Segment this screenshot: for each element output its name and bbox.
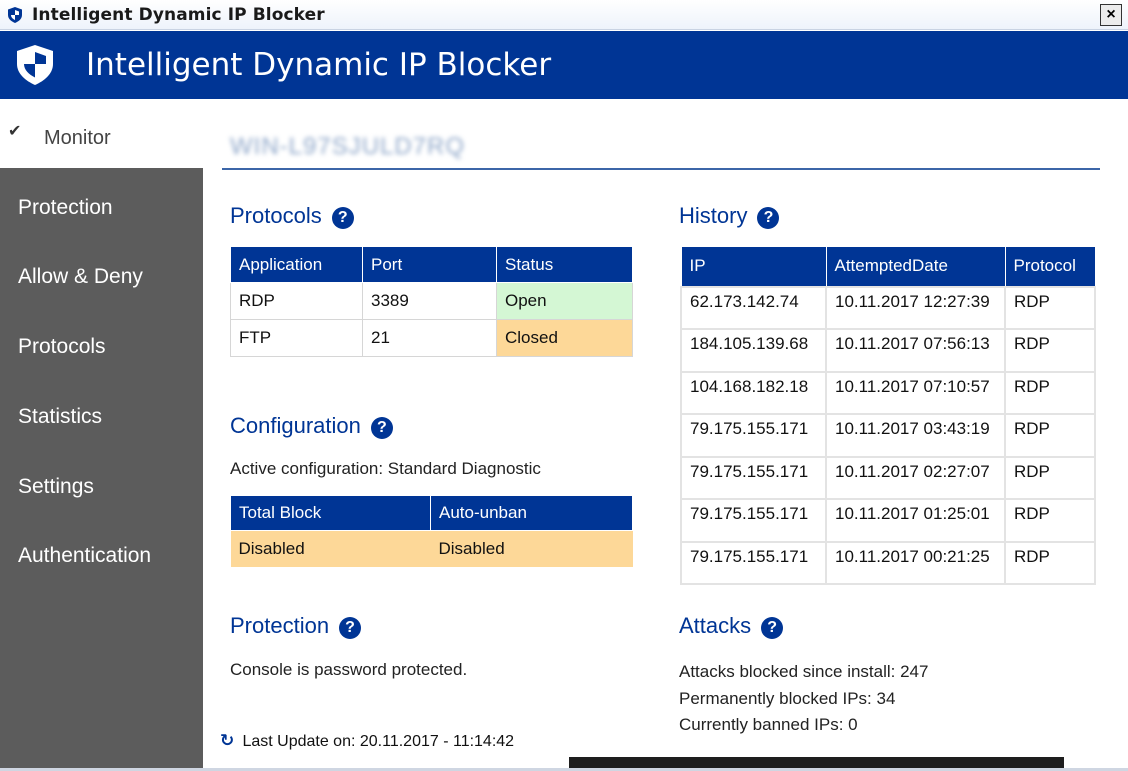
date-cell: 10.11.2017 00:21:25 <box>825 540 1006 585</box>
column-header[interactable]: Application <box>230 246 363 283</box>
protocol-cell: RDP <box>1004 455 1096 500</box>
protocols-heading: Protocols <box>230 203 322 228</box>
history-section-title: History? <box>679 203 780 229</box>
auto-unban-value: Disabled <box>430 530 633 567</box>
sidebar-item-authentication[interactable]: Authentication <box>18 544 151 568</box>
attacks-heading: Attacks <box>679 613 752 638</box>
configuration-section-title: Configuration? <box>230 413 393 439</box>
table-header-row: Application Port Status <box>230 246 633 283</box>
help-icon[interactable]: ? <box>331 207 354 229</box>
app-cell: RDP <box>230 282 363 320</box>
divider <box>222 168 1100 170</box>
table-row[interactable]: 79.175.155.171 10.11.2017 00:21:25 RDP <box>680 540 1096 585</box>
history-table: IP AttemptedDate Protocol 62.173.142.74 … <box>680 246 1096 585</box>
ip-cell: 104.168.182.18 <box>680 370 827 415</box>
column-header: Total Block <box>230 495 431 531</box>
table-row[interactable]: 184.105.139.68 10.11.2017 07:56:13 RDP <box>680 328 1096 373</box>
table-header-row: Total Block Auto-unban <box>230 495 633 531</box>
table-row[interactable]: 79.175.155.171 10.11.2017 01:25:01 RDP <box>680 498 1096 543</box>
app-cell: FTP <box>230 319 363 357</box>
help-icon[interactable]: ? <box>339 617 362 639</box>
help-icon[interactable]: ? <box>757 207 780 229</box>
protocol-cell: RDP <box>1004 370 1096 415</box>
configuration-table: Total Block Auto-unban Disabled Disabled <box>230 495 633 567</box>
sidebar-item-monitor[interactable]: ✔ Monitor <box>0 99 203 168</box>
hostname: WIN-L97SJULD7RQ <box>230 133 466 160</box>
protocol-cell: RDP <box>1004 540 1096 585</box>
attacks-stats: Attacks blocked since install: 247 Perma… <box>679 659 928 739</box>
window-titlebar: Intelligent Dynamic IP Blocker × <box>0 0 1128 30</box>
date-cell: 10.11.2017 02:27:07 <box>825 455 1006 500</box>
shield-icon <box>8 7 22 23</box>
active-configuration-text: Active configuration: Standard Diagnosti… <box>230 459 541 478</box>
port-cell: 3389 <box>362 282 497 320</box>
table-row[interactable]: 79.175.155.171 10.11.2017 03:43:19 RDP <box>680 413 1096 458</box>
history-heading: History <box>679 203 748 228</box>
sidebar-item-protection[interactable]: Protection <box>18 196 113 220</box>
ip-cell: 79.175.155.171 <box>680 413 827 458</box>
date-cell: 10.11.2017 07:10:57 <box>825 370 1006 415</box>
shield-icon <box>17 45 53 85</box>
help-icon[interactable]: ? <box>761 617 784 639</box>
sidebar-item-settings[interactable]: Settings <box>18 475 94 499</box>
permanently-blocked-stat: Permanently blocked IPs: 34 <box>679 688 896 708</box>
date-cell: 10.11.2017 12:27:39 <box>825 285 1006 330</box>
status-badge: Open <box>496 282 633 320</box>
ip-cell: 79.175.155.171 <box>680 540 827 585</box>
date-cell: 10.11.2017 07:56:13 <box>825 328 1006 373</box>
column-header: Auto-unban <box>430 495 633 531</box>
currently-banned-stat: Currently banned IPs: 0 <box>679 715 858 734</box>
window-title: Intelligent Dynamic IP Blocker <box>32 5 325 25</box>
last-update-text: Last Update on: 20.11.2017 - 11:14:42 <box>242 733 515 750</box>
table-header-row: IP AttemptedDate Protocol <box>680 246 1096 287</box>
configuration-heading: Configuration <box>230 413 361 438</box>
protocol-cell: RDP <box>1004 498 1096 543</box>
attacks-blocked-stat: Attacks blocked since install: 247 <box>679 662 929 681</box>
sidebar-item-statistics[interactable]: Statistics <box>18 405 102 429</box>
date-cell: 10.11.2017 01:25:01 <box>825 498 1006 543</box>
column-header[interactable]: Protocol <box>1004 246 1096 287</box>
ip-cell: 184.105.139.68 <box>680 328 827 373</box>
status-badge: Closed <box>496 319 633 357</box>
port-cell: 21 <box>362 319 497 357</box>
close-button[interactable]: × <box>1100 4 1122 26</box>
column-header[interactable]: AttemptedDate <box>825 246 1006 287</box>
table-row[interactable]: RDP 3389 Open <box>230 282 633 320</box>
table-row: Disabled Disabled <box>230 530 633 567</box>
attacks-section-title: Attacks? <box>679 613 784 639</box>
ip-cell: 62.173.142.74 <box>680 285 827 330</box>
protection-section-title: Protection? <box>230 613 362 639</box>
table-row[interactable]: FTP 21 Closed <box>230 319 633 357</box>
last-update: ↻ Last Update on: 20.11.2017 - 11:14:42 <box>220 731 514 751</box>
protection-heading: Protection <box>230 613 330 638</box>
protection-status-text: Console is password protected. <box>230 660 468 679</box>
app-title: Intelligent Dynamic IP Blocker <box>86 47 552 83</box>
help-icon[interactable]: ? <box>370 417 393 439</box>
sidebar-item-protocols[interactable]: Protocols <box>18 335 106 359</box>
date-cell: 10.11.2017 03:43:19 <box>825 413 1006 458</box>
ip-cell: 79.175.155.171 <box>680 455 827 500</box>
table-row[interactable]: 104.168.182.18 10.11.2017 07:10:57 RDP <box>680 370 1096 415</box>
column-header[interactable]: Status <box>496 246 633 283</box>
total-block-value: Disabled <box>230 530 431 567</box>
table-row[interactable]: 62.173.142.74 10.11.2017 12:27:39 RDP <box>680 285 1096 330</box>
column-header[interactable]: IP <box>680 246 827 287</box>
protocols-table: Application Port Status RDP 3389 Open FT… <box>230 246 633 357</box>
sidebar-item-label: Monitor <box>44 127 111 149</box>
protocol-cell: RDP <box>1004 413 1096 458</box>
table-row[interactable]: 79.175.155.171 10.11.2017 02:27:07 RDP <box>680 455 1096 500</box>
protocol-cell: RDP <box>1004 328 1096 373</box>
refresh-icon[interactable]: ↻ <box>220 731 238 751</box>
check-icon: ✔ <box>8 123 22 140</box>
ip-cell: 79.175.155.171 <box>680 498 827 543</box>
app-header: Intelligent Dynamic IP Blocker <box>0 31 1128 99</box>
column-header[interactable]: Port <box>362 246 497 283</box>
protocol-cell: RDP <box>1004 285 1096 330</box>
protocols-section-title: Protocols? <box>230 203 354 229</box>
sidebar-item-allow-deny[interactable]: Allow & Deny <box>18 265 143 289</box>
